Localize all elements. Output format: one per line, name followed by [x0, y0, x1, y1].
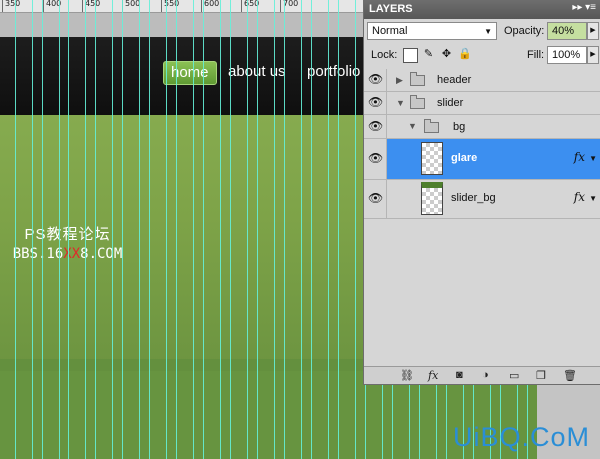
fx-icon[interactable]: fx: [574, 150, 585, 164]
ruler-tick: [161, 0, 162, 12]
eye-icon: 👁: [368, 95, 384, 109]
lock-image-icon[interactable]: ✎: [422, 48, 435, 61]
panel-title: LAYERS: [369, 3, 413, 15]
lock-transparency-icon[interactable]: [403, 48, 418, 63]
blend-mode-value: Normal: [372, 25, 408, 37]
panel-menu-icon[interactable]: ▸▸ ▾≡: [572, 2, 596, 13]
ruler-tick: [201, 0, 202, 12]
fx-icon[interactable]: fx: [428, 369, 438, 382]
blend-mode-select[interactable]: Normal ▼: [367, 22, 497, 40]
layer-row-header[interactable]: 👁 ▶ header: [364, 69, 600, 92]
visibility-toggle[interactable]: 👁: [364, 139, 387, 179]
eye-icon: 👁: [368, 72, 384, 86]
adjustment-icon[interactable]: ◑: [482, 369, 489, 381]
eye-icon: 👁: [368, 151, 384, 165]
opacity-slider-toggle[interactable]: ▶: [587, 22, 599, 40]
layer-name: slider_bg: [451, 192, 496, 204]
watermark-part: BBS.16: [12, 246, 64, 262]
trash-icon[interactable]: 🗑: [563, 369, 577, 382]
folder-icon: [410, 72, 425, 86]
panel-footer: ⛓ fx ◙ ◑ ▭ ❐ 🗑: [364, 366, 600, 384]
layer-thumbnail: [421, 182, 443, 215]
horizontal-ruler[interactable]: 350 400 450 500 550 600 650 700: [0, 0, 365, 13]
layer-thumbnail: [421, 142, 443, 175]
ruler-tick: [82, 0, 83, 12]
ruler-tick: [122, 0, 123, 12]
visibility-toggle[interactable]: 👁: [364, 115, 387, 138]
fx-icon[interactable]: fx: [574, 190, 585, 204]
lock-position-icon[interactable]: ✥: [440, 48, 453, 61]
layers-panel: LAYERS ▸▸ ▾≡ Normal ▼ Opacity: 40% ▶ Loc…: [363, 0, 600, 385]
new-layer-icon[interactable]: ❐: [536, 369, 546, 382]
lock-label: Lock:: [371, 49, 398, 61]
blend-row: Normal ▼ Opacity: 40% ▶: [367, 22, 599, 42]
fill-input[interactable]: 100%: [547, 46, 587, 64]
ruler-tick: [280, 0, 281, 12]
fill-slider-toggle[interactable]: ▶: [587, 46, 599, 64]
ruler-label: 600: [204, 0, 220, 8]
eye-icon: 👁: [368, 191, 384, 205]
chevron-down-icon[interactable]: ▼: [589, 194, 597, 203]
opacity-input[interactable]: 40%: [547, 22, 587, 40]
layer-name: slider: [437, 97, 464, 109]
layer-name: glare: [451, 152, 478, 164]
ruler-label: 700: [283, 0, 299, 8]
watermark-part-red: XX: [63, 246, 81, 262]
mask-icon[interactable]: ◙: [456, 369, 463, 381]
layer-row-bg[interactable]: 👁 ▼ bg: [364, 115, 600, 139]
layer-row-slider-bg[interactable]: 👁 slider_bg fx ▼: [364, 180, 600, 219]
ruler-label: 450: [85, 0, 101, 8]
layer-name: bg: [453, 121, 466, 133]
link-icon[interactable]: ⛓: [400, 369, 414, 382]
layer-name: header: [437, 74, 472, 86]
watermark-line1: PS教程论坛: [24, 226, 111, 243]
expand-arrow-icon[interactable]: ▶: [396, 75, 403, 86]
watermark-line2: BBS.16XX8.COM: [0, 246, 135, 262]
folder-icon: [410, 95, 425, 109]
site-logo: UiBQ.CoM: [452, 422, 590, 452]
watermark-part: 8.COM: [80, 246, 123, 262]
ruler-label: 550: [164, 0, 180, 8]
nav-portfolio-link[interactable]: portfolio: [307, 63, 360, 80]
chevron-down-icon[interactable]: ▼: [589, 154, 597, 163]
lock-all-icon[interactable]: 🔒: [458, 48, 472, 61]
ruler-label: 350: [5, 0, 21, 8]
watermark: PS教程论坛 BBS.16XX8.COM: [0, 223, 135, 262]
visibility-toggle[interactable]: 👁: [364, 180, 387, 218]
chevron-down-icon: ▼: [484, 27, 492, 36]
lock-row: Lock: ✎ ✥ 🔒 Fill: 100% ▶: [367, 46, 599, 66]
panel-header: LAYERS ▸▸ ▾≡: [364, 0, 600, 19]
nav-home-link[interactable]: home: [163, 61, 217, 85]
folder-icon: [424, 119, 439, 133]
ruler-tick: [241, 0, 242, 12]
visibility-toggle[interactable]: 👁: [364, 69, 387, 91]
ruler-label: 400: [46, 0, 62, 8]
fill-label: Fill:: [527, 49, 545, 61]
visibility-toggle[interactable]: 👁: [364, 92, 387, 114]
layer-row-slider[interactable]: 👁 ▼ slider: [364, 92, 600, 115]
ruler-label: 650: [244, 0, 260, 8]
layer-row-glare[interactable]: 👁 glare fx ▼: [364, 139, 600, 180]
collapse-arrow-icon[interactable]: ▼: [396, 98, 405, 108]
collapse-arrow-icon[interactable]: ▼: [408, 121, 417, 131]
eye-icon: 👁: [368, 118, 384, 133]
layers-list: 👁 ▶ header 👁 ▼ slider 👁 ▼ bg 👁 glare fx …: [364, 69, 600, 219]
opacity-label: Opacity:: [504, 25, 545, 37]
folder-icon[interactable]: ▭: [509, 369, 519, 382]
ruler-tick: [43, 0, 44, 12]
ruler-label: 500: [125, 0, 141, 8]
nav-about-link[interactable]: about us: [228, 63, 286, 80]
ruler-tick: [2, 0, 3, 12]
